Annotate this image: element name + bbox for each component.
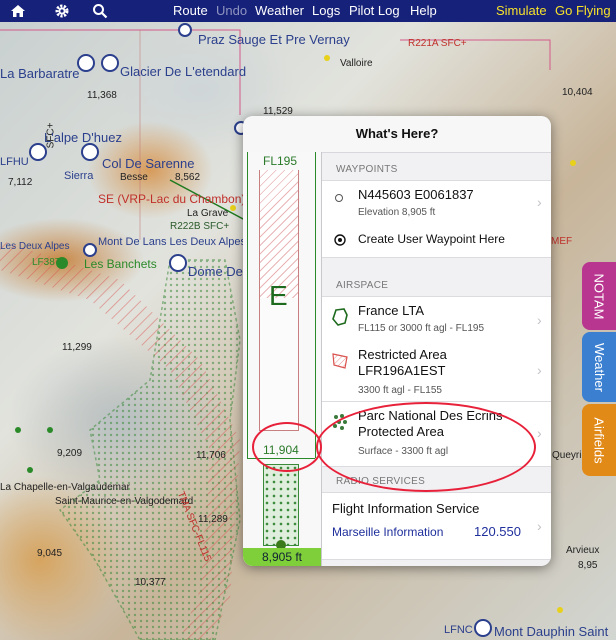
waypoint-elevation: Elevation 8,905 ft <box>358 207 436 218</box>
go-flying-button[interactable]: Go Flying <box>555 0 611 22</box>
tab-airfields[interactable]: Airfields <box>582 404 616 476</box>
section-radio: RADIO SERVICES <box>336 476 426 487</box>
map-label: 11,706 <box>196 450 226 461</box>
gear-icon[interactable] <box>50 0 74 22</box>
map-label: Glacier De L'etendard <box>120 64 247 79</box>
menu-logs[interactable]: Logs <box>312 0 340 22</box>
map-label: MEF <box>551 236 573 247</box>
map-label: 11,299 <box>62 342 92 353</box>
map-label: Sierra <box>64 170 94 182</box>
lta-airspace-icon <box>332 308 348 326</box>
tab-notam[interactable]: NOTAM <box>582 262 616 330</box>
section-waypoints: WAYPOINTS <box>336 164 398 175</box>
waypoint-icon <box>335 194 343 202</box>
map-label: Les Deux Alpes <box>0 241 70 252</box>
airspace-row-protected[interactable]: Parc National Des Ecrins Protected Area … <box>322 402 551 467</box>
chevron-right-icon: › <box>537 362 542 378</box>
map-label: LFHU <box>0 156 29 168</box>
profile-boundary-left <box>247 152 248 458</box>
create-waypoint-row[interactable]: Create User Waypoint Here <box>322 223 551 258</box>
protected-area-band <box>263 464 299 546</box>
map-label: 7,112 <box>8 177 33 188</box>
whats-here-popover: What's Here? FL195 E 11,904 8,905 ft WAY… <box>243 116 551 566</box>
simulate-button[interactable]: Simulate <box>496 0 547 22</box>
airspace-class-letter: E <box>269 280 288 311</box>
radio-frequency: 120.550 <box>474 524 521 539</box>
map-label: 8,562 <box>175 172 201 183</box>
radio-station: Marseille Information <box>332 525 444 539</box>
restricted-area-band <box>259 170 299 298</box>
map-label: 8,95 <box>578 560 598 571</box>
vertical-profile: FL195 E 11,904 8,905 ft <box>243 152 322 566</box>
airspace-detail: FL115 or 3000 ft agl - FL195 <box>358 323 485 334</box>
protected-area-icon <box>333 414 347 430</box>
airspace-detail: 3300 ft agl - FL155 <box>358 385 442 396</box>
tab-airfields-label: Airfields <box>591 416 607 464</box>
home-icon[interactable] <box>6 0 30 22</box>
radio-service-name: Flight Information Service <box>332 501 480 516</box>
airspace-name: Restricted Area LFR196A1EST <box>358 347 447 378</box>
map-label: 9,209 <box>57 448 83 459</box>
tab-weather[interactable]: Weather <box>582 332 616 402</box>
map-label: Col De Sarenne <box>102 156 195 171</box>
chevron-right-icon: › <box>537 425 542 441</box>
menu-undo[interactable]: Undo <box>216 0 247 22</box>
map-label: LFNC <box>444 624 473 636</box>
airspace-detail: Surface - 3300 ft agl <box>358 446 449 457</box>
tab-weather-label: Weather <box>591 342 607 392</box>
airspace-row-lta[interactable]: France LTA FL115 or 3000 ft agl - FL195 … <box>322 296 551 342</box>
map-label: La Barbaratre <box>0 66 80 81</box>
profile-divider <box>247 458 315 459</box>
map-label: SE (VRP-Lac du Chambon) <box>98 192 246 206</box>
profile-top-label: FL195 <box>263 154 298 168</box>
restricted-area-icon <box>332 353 348 369</box>
map-label: Valloire <box>340 58 373 69</box>
popover-title: What's Here? <box>243 116 551 153</box>
map-label: R221A SFC+ <box>408 38 467 49</box>
map-label: 9,045 <box>37 548 63 559</box>
map-label: Besse <box>120 172 148 183</box>
waypoint-name: N445603 E0061837 <box>358 187 474 202</box>
chevron-right-icon: › <box>537 518 542 534</box>
map-label: Arvieux <box>566 545 600 556</box>
map-label: Saint-Maurice-en-Valgodemard <box>55 496 194 507</box>
top-toolbar: Route Undo Weather Logs Pilot Log Help S… <box>0 0 616 22</box>
map-label: 11,289 <box>198 514 228 525</box>
airspace-column <box>259 298 299 431</box>
map-label: Mont Dauphin Saint <box>494 624 609 639</box>
radio-service-row[interactable]: Flight Information Service Marseille Inf… <box>322 492 551 560</box>
ground-elevation-label: 8,905 ft <box>243 548 321 566</box>
map-label: R222B SFC+ <box>170 221 230 232</box>
map-label: La Grave <box>187 208 229 219</box>
tab-notam-label: NOTAM <box>591 273 607 319</box>
menu-pilot-log[interactable]: Pilot Log <box>349 0 400 22</box>
map-label: Les Banchets <box>84 257 157 271</box>
map-label: Mont De Lans Les Deux Alpes <box>98 236 246 248</box>
profile-boundary-right <box>315 152 316 458</box>
profile-mid-label: 11,904 <box>263 443 299 457</box>
menu-weather[interactable]: Weather <box>255 0 304 22</box>
section-airspace: AIRSPACE <box>336 280 389 291</box>
target-icon <box>334 234 346 246</box>
airspace-name: France LTA <box>358 303 424 318</box>
menu-route[interactable]: Route <box>173 0 208 22</box>
chevron-right-icon: › <box>537 312 542 328</box>
map-label: L'alpe D'huez <box>44 130 122 145</box>
map-label: 10,377 <box>135 577 166 588</box>
search-icon[interactable] <box>88 0 112 22</box>
map-label: LF3872 <box>32 257 66 268</box>
waypoint-row[interactable]: N445603 E0061837 Elevation 8,905 ft › <box>322 180 551 224</box>
map-label: Praz Sauge Et Pre Vernay <box>198 32 350 47</box>
airspace-name: Parc National Des Ecrins Protected Area <box>358 408 503 439</box>
chevron-right-icon: › <box>537 194 542 210</box>
menu-help[interactable]: Help <box>410 0 437 22</box>
map-label: 11,368 <box>87 90 117 101</box>
map-label: Dome De <box>188 264 243 279</box>
map-label: La Chapelle-en-Valgaudemar <box>0 482 130 493</box>
map-label: 10,404 <box>562 87 593 98</box>
create-waypoint-label: Create User Waypoint Here <box>358 232 505 246</box>
whats-here-list: WAYPOINTS N445603 E0061837 Elevation 8,9… <box>322 152 551 566</box>
airspace-row-restricted[interactable]: Restricted Area LFR196A1EST 3300 ft agl … <box>322 341 551 402</box>
